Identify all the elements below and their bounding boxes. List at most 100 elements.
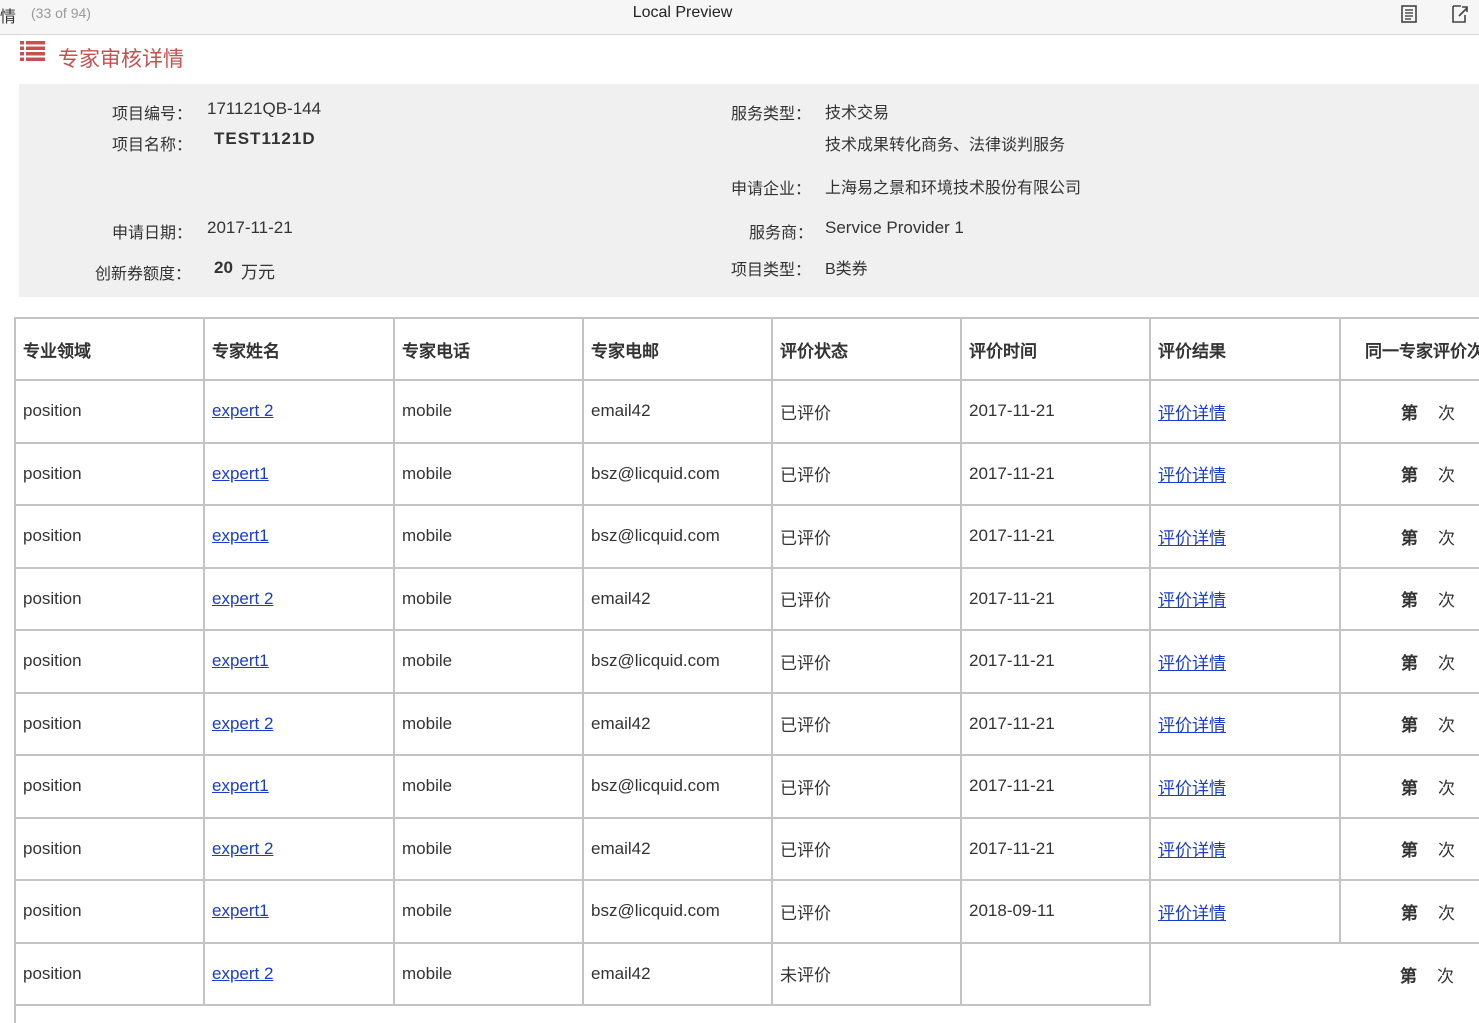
cell-field: position [14,441,205,506]
cell-result: 评价详情 [1149,441,1341,506]
service-type-detail: 技术成果转化商务、法律谈判服务 [825,137,1066,154]
cell-field: position [14,629,205,694]
cell-name: expert 2 [203,691,395,756]
count-prefix: 第 [1401,466,1418,486]
cell-status: 未评价 [771,941,962,1006]
cell-count: 第次 [1339,441,1479,506]
cell-field: position [14,816,205,881]
expert-name-link[interactable]: expert1 [212,901,269,920]
cell-count: 第次 [1339,816,1479,881]
company-label: 申请企业： [731,181,812,198]
apply-date-value: 2017-11-21 [207,218,293,237]
expert-name-link[interactable]: expert 2 [212,714,273,733]
cell-count: 第次 [1340,941,1479,1005]
review-detail-link[interactable]: 评价详情 [1158,466,1226,485]
cell-result: 评价详情 [1149,629,1341,694]
cell-name: expert 2 [203,566,395,631]
cell-email: bsz@licquid.com [582,754,773,819]
table-header-row: 专业领域 专家姓名 专家电话 专家电邮 评价状态 评价时间 评价结果 同一专家评… [14,317,1479,381]
count-suffix: 次 [1438,403,1455,423]
count-prefix: 第 [1401,528,1418,548]
cell-email: bsz@licquid.com [582,879,773,944]
expert-name-link[interactable]: expert1 [212,526,269,545]
provider-label: 服务商： [749,225,814,242]
voucher-amount: 20 [214,258,233,277]
cell-email: bsz@licquid.com [582,629,773,694]
table-row: position expert1 mobile bsz@licquid.com 已评价 2… [14,504,1479,569]
expert-name-link[interactable]: expert 2 [212,964,273,983]
cell-field: position [14,879,205,944]
cell-name: expert1 [203,879,395,944]
cell-status: 已评价 [771,629,962,694]
cell-status: 已评价 [771,379,962,444]
expert-name-link[interactable]: expert 2 [212,839,273,858]
preview-title-bar: 情 (33 of 94) Local Preview [0,0,1479,35]
table-row: position expert1 mobile bsz@licquid.com 已评价 2… [14,629,1479,694]
cell-result: 评价详情 [1149,504,1341,569]
table-row: position expert 2 mobile email42 已评价 2017-11-… [14,566,1479,631]
cell-status: 已评价 [771,441,962,506]
count-prefix: 第 [1401,903,1418,923]
col-header-status: 评价状态 [771,317,962,381]
review-detail-link[interactable]: 评价详情 [1158,654,1226,673]
count-suffix: 次 [1438,716,1455,736]
external-link-icon[interactable] [1448,3,1470,25]
cell-count: 第次 [1339,879,1479,944]
cell-phone: mobile [393,941,584,1006]
cell-field: position [14,941,205,1006]
review-detail-link[interactable]: 评价详情 [1158,529,1226,548]
expert-name-link[interactable]: expert1 [212,464,269,483]
expert-name-link[interactable]: expert1 [212,776,269,795]
cell-time: 2018-09-11 [960,879,1151,944]
cell-name: expert1 [203,754,395,819]
review-detail-link[interactable]: 评价详情 [1158,779,1226,798]
cell-count: 第次 [1339,629,1479,694]
cell-email: email42 [582,691,773,756]
cell-time: 2017-11-21 [960,566,1151,631]
project-type-label: 项目类型： [731,262,812,279]
review-detail-link[interactable]: 评价详情 [1158,591,1226,610]
cell-email: email42 [582,379,773,444]
cell-name: expert1 [203,629,395,694]
cell-time: 2017-11-21 [960,754,1151,819]
cell-email: bsz@licquid.com [582,504,773,569]
cell-result: 评价详情 [1149,816,1341,881]
review-detail-link[interactable]: 评价详情 [1158,904,1226,923]
review-detail-link[interactable]: 评价详情 [1158,841,1226,860]
cell-result: 评价详情 [1149,879,1341,944]
expert-name-link[interactable]: expert1 [212,651,269,670]
table-row: position expert1 mobile bsz@licquid.com 已评价 2… [14,441,1479,506]
count-suffix: 次 [1438,591,1455,611]
cell-name: expert 2 [203,816,395,881]
review-detail-link[interactable]: 评价详情 [1158,716,1226,735]
cell-name: expert1 [203,504,395,569]
cell-name: expert 2 [203,379,395,444]
cell-email: email42 [582,816,773,881]
cell-count: 第次 [1339,504,1479,569]
cell-email: email42 [582,941,773,1006]
project-name-label: 项目名称： [112,137,193,154]
col-header-phone: 专家电话 [393,317,584,381]
expert-name-link[interactable]: expert 2 [212,401,273,420]
expert-name-link[interactable]: expert 2 [212,589,273,608]
count-suffix: 次 [1438,903,1455,923]
cell-status: 已评价 [771,691,962,756]
col-header-name: 专家姓名 [203,317,395,381]
cell-phone: mobile [393,754,584,819]
count-prefix: 第 [1401,403,1418,423]
col-header-email: 专家电邮 [582,317,773,381]
cell-phone: mobile [393,816,584,881]
col-header-count: 同一专家评价次 [1339,317,1479,381]
cell-time: 2017-11-21 [960,379,1151,444]
count-suffix: 次 [1438,528,1455,548]
review-detail-link[interactable]: 评价详情 [1158,404,1226,423]
cell-count: 第次 [1339,379,1479,444]
cell-name: expert1 [203,441,395,506]
cell-result [1149,941,1340,1005]
cell-phone: mobile [393,691,584,756]
expert-review-table: 专业领域 专家姓名 专家电话 专家电邮 评价状态 评价时间 评价结果 同一专家评… [14,317,1479,1006]
table-row: position expert 2 mobile email42 未评价 第次 [14,941,1479,1006]
document-icon[interactable] [1398,3,1420,25]
cell-count: 第次 [1339,566,1479,631]
count-prefix: 第 [1401,716,1418,736]
